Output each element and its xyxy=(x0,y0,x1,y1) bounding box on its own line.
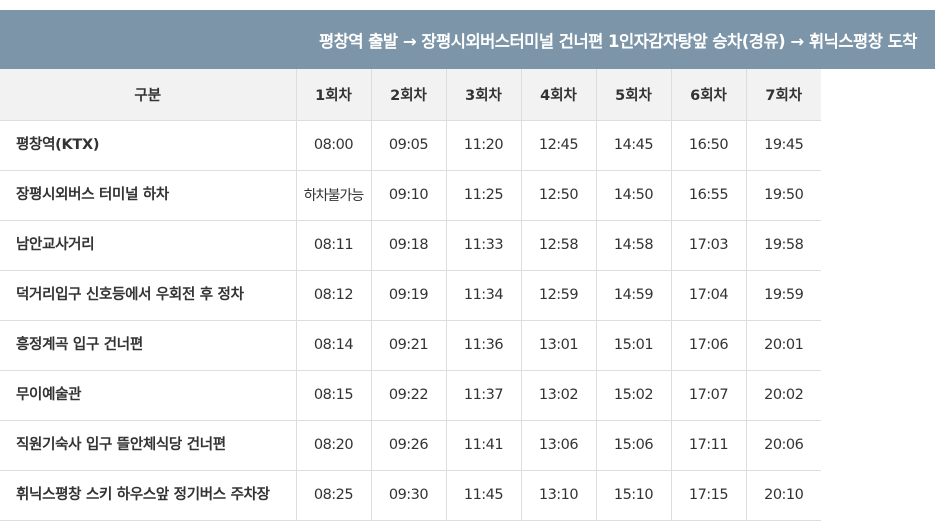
stop-name: 흥정계곡 입구 건너편 xyxy=(0,320,296,371)
route-title-banner: 평창역 출발 → 장평시외버스터미널 건너편 1인자감자탕앞 승차(경유) → … xyxy=(0,10,935,69)
departure-time: 08:12 xyxy=(295,270,371,321)
departure-time: 11:36 xyxy=(445,320,521,371)
column-header-trip: 5회차 xyxy=(595,69,671,121)
departure-time: 19:45 xyxy=(745,120,821,171)
departure-time: 12:50 xyxy=(520,170,596,221)
departure-time: 20:02 xyxy=(745,370,821,421)
column-header-trip: 2회차 xyxy=(370,69,446,121)
departure-time: 14:45 xyxy=(595,120,671,171)
departure-time: 11:25 xyxy=(445,170,521,221)
departure-time: 15:01 xyxy=(595,320,671,371)
table-row: 장평시외버스 터미널 하차 하차불가능 09:10 11:25 12:50 14… xyxy=(0,170,821,221)
departure-time: 13:02 xyxy=(520,370,596,421)
stop-name: 직원기숙사 입구 뜰안체식당 건너편 xyxy=(0,420,296,471)
table-row: 덕거리입구 신호등에서 우회전 후 정차 08:12 09:19 11:34 1… xyxy=(0,270,821,321)
departure-time: 19:59 xyxy=(745,270,821,321)
departure-time: 09:26 xyxy=(370,420,446,471)
stop-name: 평창역(KTX) xyxy=(0,120,296,171)
departure-time: 12:58 xyxy=(520,220,596,271)
departure-time: 13:06 xyxy=(520,420,596,471)
departure-time: 11:37 xyxy=(445,370,521,421)
departure-time: 16:55 xyxy=(670,170,746,221)
departure-time: 20:10 xyxy=(745,470,821,521)
no-dropoff-note: 하차불가능 xyxy=(295,170,371,221)
departure-time: 14:58 xyxy=(595,220,671,271)
table-row: 무이예술관 08:15 09:22 11:37 13:02 15:02 17:0… xyxy=(0,370,821,421)
departure-time: 11:33 xyxy=(445,220,521,271)
column-header-trip: 7회차 xyxy=(745,69,821,121)
departure-time: 08:20 xyxy=(295,420,371,471)
stop-name: 남안교사거리 xyxy=(0,220,296,271)
departure-time: 15:10 xyxy=(595,470,671,521)
departure-time: 19:58 xyxy=(745,220,821,271)
column-header-trip: 4회차 xyxy=(520,69,596,121)
departure-time: 17:15 xyxy=(670,470,746,521)
departure-time: 08:25 xyxy=(295,470,371,521)
departure-time: 12:59 xyxy=(520,270,596,321)
departure-time: 09:30 xyxy=(370,470,446,521)
stop-name: 무이예술관 xyxy=(0,370,296,421)
departure-time: 11:41 xyxy=(445,420,521,471)
column-header-trip: 1회차 xyxy=(295,69,371,121)
column-header-category: 구분 xyxy=(0,69,296,121)
departure-time: 13:10 xyxy=(520,470,596,521)
table-row: 남안교사거리 08:11 09:18 11:33 12:58 14:58 17:… xyxy=(0,220,821,271)
departure-time: 11:20 xyxy=(445,120,521,171)
departure-time: 20:06 xyxy=(745,420,821,471)
table-header-row: 구분 1회차 2회차 3회차 4회차 5회차 6회차 7회차 xyxy=(0,69,821,121)
departure-time: 13:01 xyxy=(520,320,596,371)
departure-time: 08:15 xyxy=(295,370,371,421)
departure-time: 09:18 xyxy=(370,220,446,271)
departure-time: 16:50 xyxy=(670,120,746,171)
departure-time: 08:14 xyxy=(295,320,371,371)
departure-time: 17:07 xyxy=(670,370,746,421)
route-title: 평창역 출발 → 장평시외버스터미널 건너편 1인자감자탕앞 승차(경유) → … xyxy=(318,31,918,51)
table-row: 휘닉스평창 스키 하우스앞 정기버스 주차장 08:25 09:30 11:45… xyxy=(0,470,821,521)
departure-time: 09:05 xyxy=(370,120,446,171)
departure-time: 17:06 xyxy=(670,320,746,371)
departure-time: 09:22 xyxy=(370,370,446,421)
column-header-trip: 3회차 xyxy=(445,69,521,121)
departure-time: 11:45 xyxy=(445,470,521,521)
departure-time: 09:19 xyxy=(370,270,446,321)
departure-time: 09:21 xyxy=(370,320,446,371)
departure-time: 09:10 xyxy=(370,170,446,221)
table-row: 평창역(KTX) 08:00 09:05 11:20 12:45 14:45 1… xyxy=(0,120,821,171)
column-header-trip: 6회차 xyxy=(670,69,746,121)
departure-time: 11:34 xyxy=(445,270,521,321)
departure-time: 12:45 xyxy=(520,120,596,171)
departure-time: 17:11 xyxy=(670,420,746,471)
stop-name: 휘닉스평창 스키 하우스앞 정기버스 주차장 xyxy=(0,470,296,521)
stop-name: 덕거리입구 신호등에서 우회전 후 정차 xyxy=(0,270,296,321)
departure-time: 08:00 xyxy=(295,120,371,171)
bus-timetable: 구분 1회차 2회차 3회차 4회차 5회차 6회차 7회차 평창역(KTX) … xyxy=(0,69,821,521)
departure-time: 19:50 xyxy=(745,170,821,221)
stop-name: 장평시외버스 터미널 하차 xyxy=(0,170,296,221)
table-row: 직원기숙사 입구 뜰안체식당 건너편 08:20 09:26 11:41 13:… xyxy=(0,420,821,471)
table-row: 흥정계곡 입구 건너편 08:14 09:21 11:36 13:01 15:0… xyxy=(0,320,821,371)
departure-time: 15:06 xyxy=(595,420,671,471)
departure-time: 14:50 xyxy=(595,170,671,221)
departure-time: 17:03 xyxy=(670,220,746,271)
departure-time: 17:04 xyxy=(670,270,746,321)
departure-time: 15:02 xyxy=(595,370,671,421)
departure-time: 08:11 xyxy=(295,220,371,271)
departure-time: 20:01 xyxy=(745,320,821,371)
departure-time: 14:59 xyxy=(595,270,671,321)
